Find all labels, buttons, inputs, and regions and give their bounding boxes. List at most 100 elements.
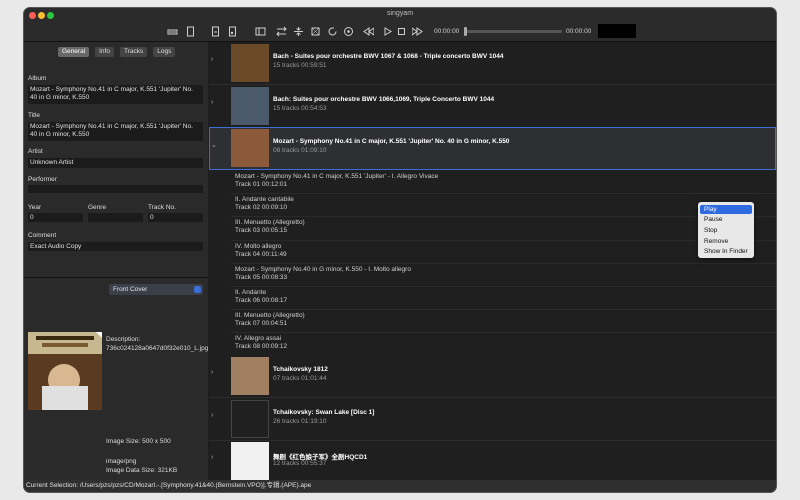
album-meta: 15 tracks 00:54:53: [273, 105, 327, 112]
track-row[interactable]: IV. Molto allegro Track 04 00:11:49: [235, 243, 287, 259]
track-separator: [231, 332, 776, 334]
collapse-button[interactable]: [292, 25, 304, 37]
expand-button[interactable]: [309, 25, 321, 37]
comment-label: Comment: [28, 232, 57, 239]
album-row[interactable]: › Tchaikovsky 1812 07 tracks 01:01:44: [209, 355, 776, 398]
play-button[interactable]: [381, 25, 393, 37]
trackno-field[interactable]: 0: [148, 213, 203, 222]
stop-button[interactable]: [395, 25, 407, 37]
play-icon: [384, 26, 392, 36]
image-type: image/png: [106, 458, 137, 465]
chevron-right-icon[interactable]: ›: [211, 412, 213, 419]
track-row[interactable]: II. Andante cantabile Track 02 00:09:10: [235, 196, 294, 212]
track-info: Track 03 00:05:15: [235, 227, 288, 235]
track-title: IV. Molto allegro: [235, 242, 282, 250]
chevron-down-icon[interactable]: ⌄: [211, 141, 217, 149]
track-title: III. Menuetto (Allegretto): [235, 219, 305, 227]
artist-label: Artist: [28, 148, 43, 155]
drive-icon: [167, 29, 177, 34]
performer-field[interactable]: [28, 185, 203, 193]
track-separator: [231, 309, 776, 311]
tab-logs[interactable]: Logs: [153, 47, 176, 57]
track-info: Track 05 00:08:33: [235, 273, 288, 281]
track-title: IV. Allegro assai: [235, 335, 282, 343]
seek-knob[interactable]: [464, 27, 467, 36]
track-separator: [231, 193, 776, 195]
image-data-size: Image Data Size: 321KB: [106, 467, 178, 474]
track-info: Track 01 00:12:01: [235, 181, 288, 188]
album-meta: 26 tracks 01:19:10: [273, 418, 327, 425]
rewind-button[interactable]: [362, 25, 374, 37]
add-file-button[interactable]: [209, 25, 221, 37]
title-field[interactable]: Mozart - Symphony No.41 in C major, K.55…: [28, 122, 203, 141]
menu-item-pause[interactable]: Pause: [700, 215, 752, 224]
menu-item-play[interactable]: Play: [700, 205, 752, 214]
performer-label: Performer: [28, 176, 57, 183]
track-row[interactable]: III. Menuetto (Allegretto) Track 07 00:04…: [235, 312, 305, 328]
toolbar: singyam 00:00:00 00:00:00: [24, 8, 776, 42]
sidebar-button[interactable]: [254, 25, 266, 37]
chevron-right-icon[interactable]: ›: [211, 454, 213, 461]
album-title: Tchaikovsky 1812: [273, 366, 328, 373]
track-info: Track 06 00:08:17: [235, 297, 288, 304]
shuffle-button[interactable]: [275, 25, 287, 37]
chevron-right-icon[interactable]: ›: [211, 99, 213, 106]
total-time: 00:00:00: [566, 28, 592, 35]
album-row-selected[interactable]: ⌄ Mozart - Symphony No.41 in C major, K.…: [209, 127, 776, 170]
album-title: Mozart - Symphony No.41 in C major, K.55…: [273, 138, 510, 145]
seek-slider[interactable]: [464, 27, 562, 36]
fast-forward-button[interactable]: [411, 25, 423, 37]
menu-item-remove[interactable]: Remove: [700, 237, 752, 246]
description-value: 736c024128a0647d0f32e010_L.jpg: [106, 345, 209, 352]
app-window: singyam 00:00:00 00:00:00 General Info T…: [24, 8, 776, 492]
comment-field[interactable]: Exact Audio Copy: [28, 242, 203, 251]
track-row[interactable]: III. Menuetto (Allegretto) Track 03 00:05…: [235, 219, 305, 235]
track-row[interactable]: II. Andante Track 06 00:08:17: [235, 289, 287, 305]
track-title: Mozart - Symphony No.41 in C major, K.55…: [235, 173, 439, 180]
add-music-button[interactable]: [226, 25, 238, 37]
album-row[interactable]: › Bach - Suites pour orchestre BWV 1067 …: [209, 42, 776, 85]
repeat-button[interactable]: [326, 25, 338, 37]
year-label: Year: [28, 204, 42, 211]
tab-info[interactable]: Info: [95, 47, 114, 57]
collapse-icon: [293, 26, 303, 36]
cover-type-select[interactable]: Front Cover: [109, 284, 203, 295]
stop-icon: [397, 27, 405, 35]
album-thumb: [231, 357, 269, 395]
track-row[interactable]: IV. Allegro assai Track 08 00:09:12: [235, 335, 287, 351]
album-meta: 07 tracks 01:01:44: [273, 375, 327, 382]
track-title: II. Andante cantabile: [235, 196, 294, 204]
document-icon: [186, 26, 194, 36]
track-info: Track 07 00:04:51: [235, 320, 288, 328]
visualizer-box: [598, 24, 636, 38]
album-meta: 08 tracks 01:09:10: [273, 147, 327, 154]
album-thumb: [231, 400, 269, 438]
album-title: Tchaikovsky: Swan Lake [Disc 1]: [273, 409, 375, 416]
genre-field[interactable]: [88, 213, 143, 222]
track-info: Track 04 00:11:49: [235, 250, 287, 258]
chevron-right-icon[interactable]: ›: [211, 369, 213, 376]
rewind-icon: [362, 26, 374, 36]
genre-label: Genre: [88, 204, 107, 211]
track-row[interactable]: Mozart - Symphony No.41 in C major, K.55…: [235, 173, 438, 189]
drive-button[interactable]: [166, 25, 178, 37]
tab-general[interactable]: General: [58, 47, 90, 57]
album-list[interactable]: › Bach - Suites pour orchestre BWV 1067 …: [209, 42, 776, 483]
menu-item-show-in-finder[interactable]: Show In Finder: [700, 247, 752, 256]
album-meta: 15 tracks 00:59:51: [273, 62, 327, 69]
album-row[interactable]: › Tchaikovsky: Swan Lake [Disc 1] 26 tra…: [209, 398, 776, 441]
album-field[interactable]: Mozart - Symphony No.41 in C major, K.55…: [28, 85, 203, 104]
album-row[interactable]: › Bach: Suites pour orchestre BWV 1066,1…: [209, 85, 776, 128]
album-row[interactable]: › 舞剧《红色娘子军》全剧HQCD1 12 tracks 00:55:37: [209, 440, 776, 483]
document-button[interactable]: [184, 25, 196, 37]
chevron-right-icon[interactable]: ›: [211, 56, 213, 63]
album-thumb: [231, 129, 269, 167]
image-size: Image Size: 500 x 500: [106, 438, 171, 445]
track-row[interactable]: Mozart - Symphony No.40 in G minor, K.55…: [235, 266, 411, 282]
info-sidebar: General Info Tracks Logs Album Mozart - …: [24, 42, 208, 480]
artist-field[interactable]: Unknown Artist: [28, 158, 203, 168]
menu-item-stop[interactable]: Stop: [700, 226, 752, 235]
settings-button[interactable]: [342, 25, 354, 37]
tab-tracks[interactable]: Tracks: [119, 47, 148, 57]
year-field[interactable]: 0: [28, 213, 83, 222]
